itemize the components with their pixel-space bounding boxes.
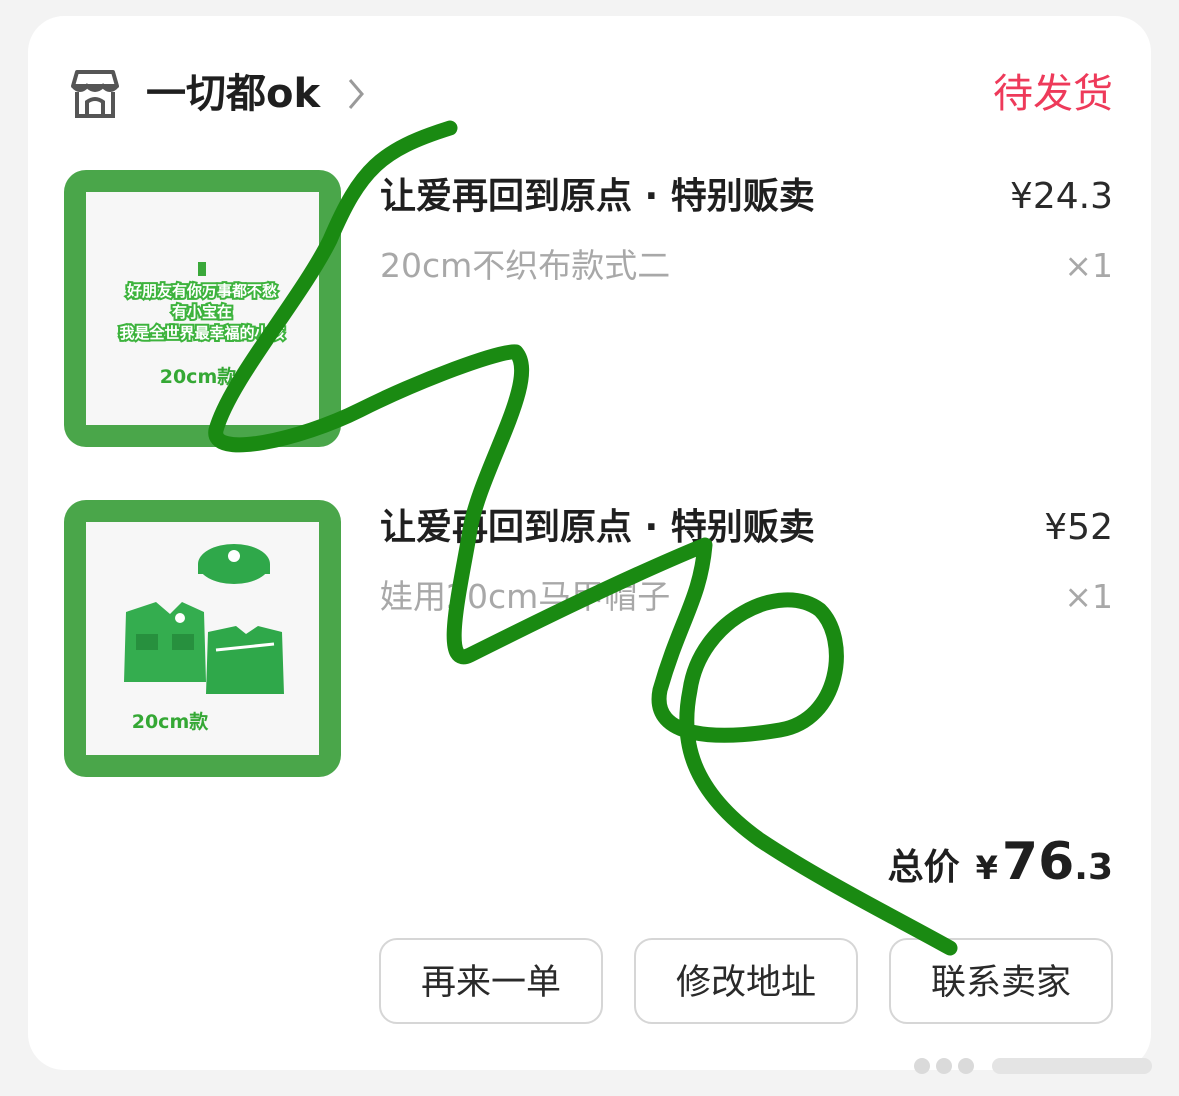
item-thumbnail[interactable]: 好朋友有你万事都不愁 有小宝在 我是全世界最幸福的小孩 20cm款	[64, 170, 341, 447]
total-amount-decimal: .3	[1074, 847, 1113, 888]
product-image: 好朋友有你万事都不愁 有小宝在 我是全世界最幸福的小孩 20cm款	[117, 262, 287, 388]
edit-address-button[interactable]: 修改地址	[634, 938, 858, 1024]
shop-icon[interactable]	[67, 68, 123, 120]
watermark-dots	[914, 1058, 1152, 1074]
chevron-right-icon[interactable]	[344, 76, 368, 112]
thumb-size-label: 20cm款	[132, 710, 210, 733]
thumb-text-line-1: 好朋友有你万事都不愁	[126, 282, 277, 300]
shop-name[interactable]: 一切都ok	[146, 66, 320, 122]
item-quantity: ×1	[1064, 246, 1113, 285]
item-spec: 20cm不织布款式二	[380, 246, 671, 285]
order-status: 待发货	[993, 71, 1113, 117]
item-quantity: ×1	[1064, 577, 1113, 616]
reorder-button[interactable]: 再来一单	[379, 938, 603, 1024]
thumb-size-label: 20cm款	[160, 365, 238, 388]
thumb-text-line-2: 有小宝在	[172, 303, 232, 321]
item-spec: 娃用20cm马甲帽子	[380, 577, 671, 616]
total-amount-integer: 76	[1001, 832, 1075, 892]
item-title[interactable]: 让爱再回到原点 · 特别贩卖	[380, 172, 815, 222]
order-total: 总价 ¥ 76 .3	[888, 832, 1113, 896]
item-price: ¥24.3	[1009, 176, 1113, 217]
product-image: 20cm款	[124, 544, 284, 733]
item-title[interactable]: 让爱再回到原点 · 特别贩卖	[380, 503, 815, 553]
total-currency: ¥	[975, 849, 998, 887]
total-label: 总价	[887, 847, 960, 888]
item-thumbnail[interactable]: 20cm款	[64, 500, 341, 777]
thumb-text-line-3: 我是全世界最幸福的小孩	[119, 324, 284, 342]
contact-seller-button[interactable]: 联系卖家	[889, 938, 1113, 1024]
item-price: ¥52	[1044, 507, 1113, 548]
